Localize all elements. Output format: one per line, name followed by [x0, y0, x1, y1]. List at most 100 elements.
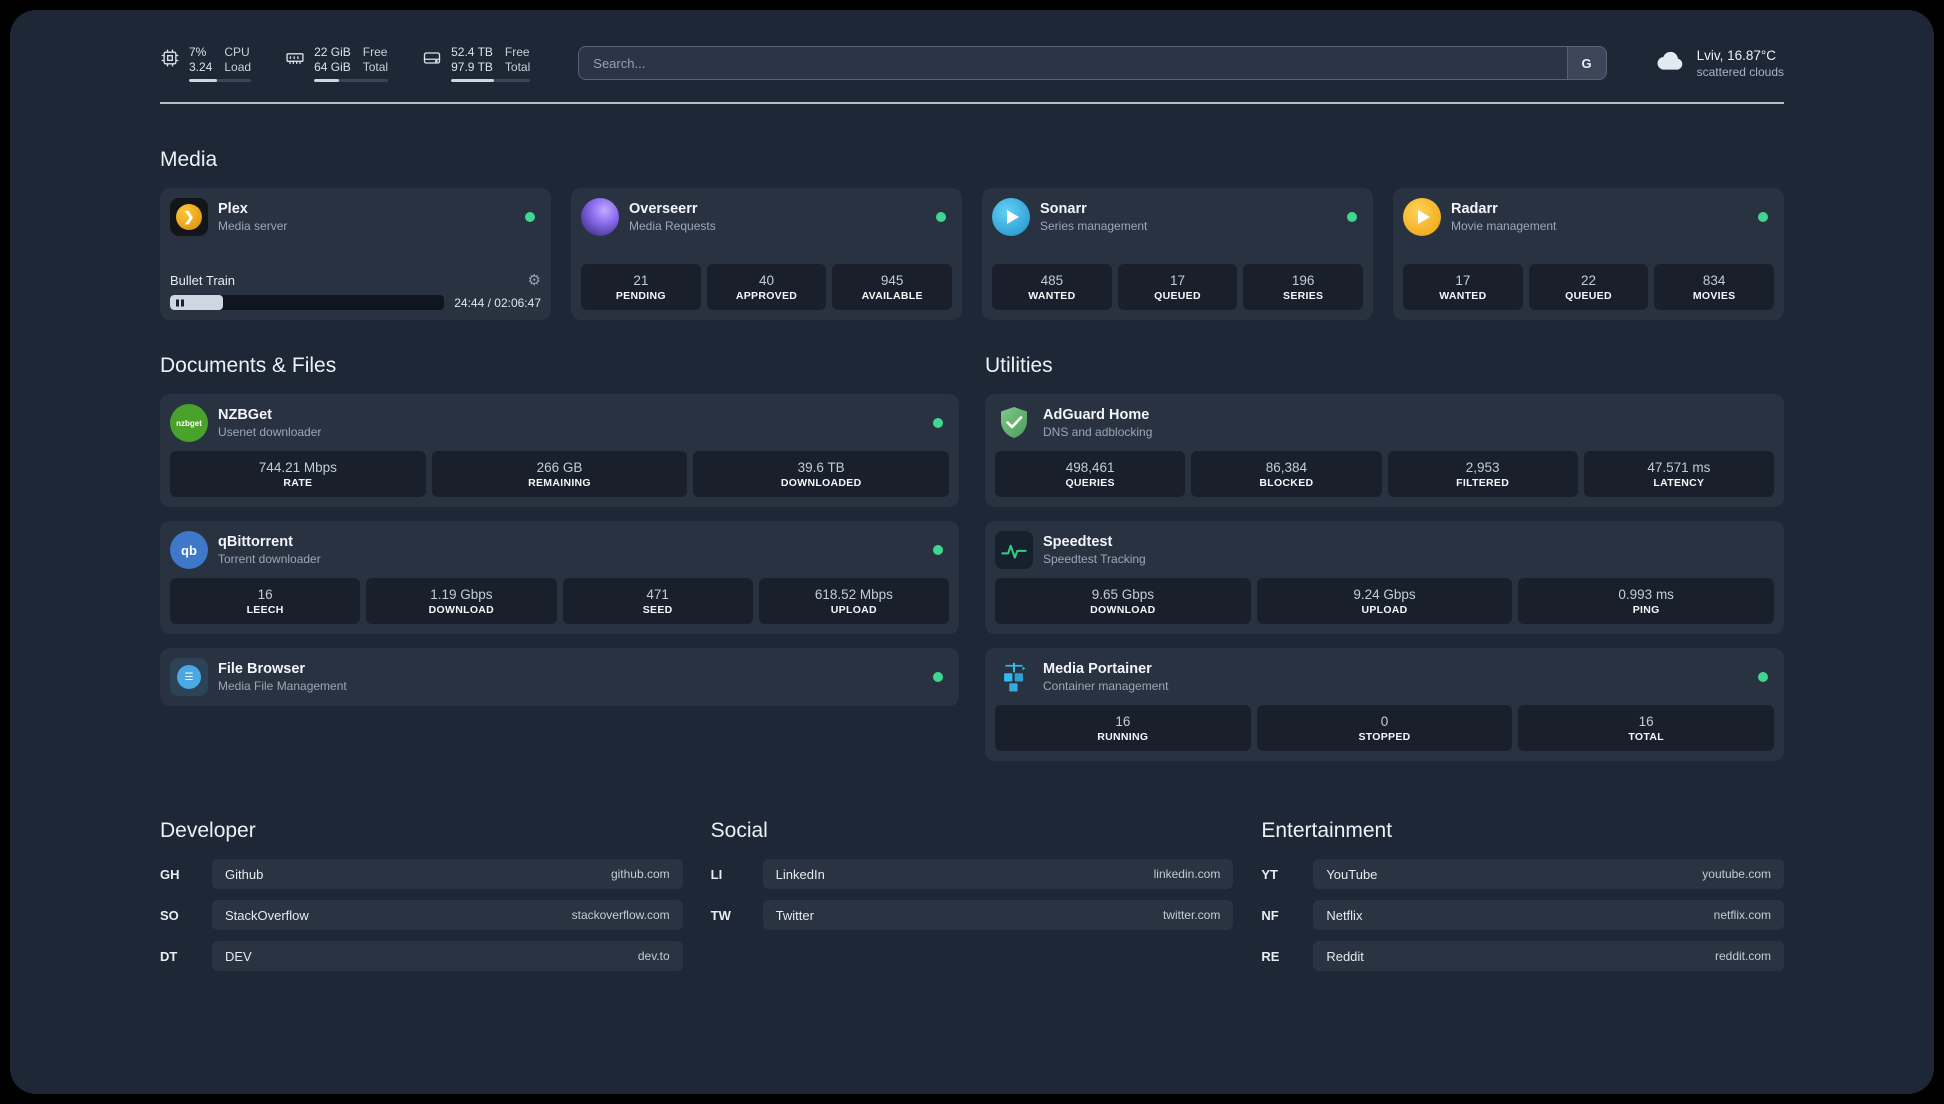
service-name: Media Portainer — [1043, 661, 1152, 677]
adguard-shield-icon — [995, 404, 1033, 442]
stat-tile: 39.6 TB DOWNLOADED — [693, 451, 950, 497]
bookmark-link-linkedin[interactable]: LinkedIn linkedin.com — [762, 859, 1234, 889]
search-provider-button[interactable]: G — [1566, 46, 1607, 80]
pause-icon[interactable] — [176, 299, 184, 306]
service-link-adguard[interactable]: AdGuard Home DNS and adblocking — [1043, 407, 1152, 439]
section-title-documents: Documents & Files — [160, 354, 337, 377]
radarr-icon — [1403, 198, 1441, 236]
stat-tile: 834 MOVIES — [1654, 264, 1775, 310]
bookmark-row: GH Github github.com — [160, 859, 683, 889]
disk-widget: 52.4 TB 97.9 TB Free Total — [422, 44, 531, 82]
playback-progress-bar[interactable] — [170, 295, 445, 310]
bookmark-group-title: Social — [710, 819, 768, 842]
status-dot — [933, 418, 943, 428]
bookmark-link-netflix[interactable]: Netflix netflix.com — [1313, 900, 1784, 930]
status-dot — [936, 212, 946, 222]
service-link-plex[interactable]: Plex Media server — [218, 201, 287, 233]
cpu-label2: Load — [224, 59, 252, 74]
bookmark-row: DT DEV dev.to — [160, 941, 683, 971]
bookmark-group-entertainment: Entertainment YT YouTube youtube.com NF … — [1261, 819, 1784, 982]
bookmark-link-stackoverflow[interactable]: StackOverflow stackoverflow.com — [212, 900, 683, 930]
service-card-adguard: AdGuard Home DNS and adblocking 498,461 … — [985, 394, 1784, 507]
stat-tile: 16 TOTAL — [1518, 705, 1775, 751]
service-link-sonarr[interactable]: Sonarr Series management — [1040, 201, 1147, 233]
service-card-sonarr: Sonarr Series management 485 WANTED 17 Q… — [982, 188, 1373, 320]
memory-icon — [285, 48, 305, 68]
bookmark-link-youtube[interactable]: YouTube youtube.com — [1313, 859, 1784, 889]
cpu-widget: 7% 3.24 CPU Load — [160, 44, 252, 82]
service-card-qbittorrent: qb qBittorrent Torrent downloader 16 LEE… — [160, 521, 959, 634]
service-card-portainer: Media Portainer Container management 16 … — [985, 648, 1784, 761]
service-card-speedtest: Speedtest Speedtest Tracking 9.65 Gbps D… — [985, 521, 1784, 634]
service-link-filebrowser[interactable]: File Browser Media File Management — [218, 661, 347, 693]
section-documents: Documents & Files nzbget NZBGet Usenet d… — [160, 354, 959, 761]
bookmark-link-twitter[interactable]: Twitter twitter.com — [762, 900, 1234, 930]
stat-tile: 17 WANTED — [1403, 264, 1523, 310]
filebrowser-icon — [170, 658, 208, 696]
bookmark-row: RE Reddit reddit.com — [1261, 941, 1784, 971]
stat-tile: 196 SERIES — [1243, 264, 1364, 310]
cpu-label: CPU — [224, 44, 250, 59]
portainer-icon — [995, 658, 1033, 696]
bookmark-link-github[interactable]: Github github.com — [212, 859, 683, 889]
cpu-loadavg: 3.24 — [189, 59, 213, 74]
service-card-overseerr: Overseerr Media Requests 21 PENDING 40 A… — [571, 188, 962, 320]
service-link-overseerr[interactable]: Overseerr Media Requests — [629, 201, 716, 233]
bookmark-link-reddit[interactable]: Reddit reddit.com — [1313, 941, 1784, 971]
status-dot — [1758, 672, 1768, 682]
stat-tile: 945 AVAILABLE — [832, 264, 953, 310]
service-link-radarr[interactable]: Radarr Movie management — [1451, 201, 1556, 233]
bookmark-link-dev[interactable]: DEV dev.to — [212, 941, 683, 971]
cpu-icon — [160, 48, 180, 68]
speedtest-icon — [995, 531, 1033, 569]
gear-icon[interactable] — [528, 273, 541, 288]
bookmark-row: LI LinkedIn linkedin.com — [711, 859, 1234, 889]
memory-widget: 22 GiB 64 GiB Free Total — [285, 44, 389, 82]
qbittorrent-icon: qb — [170, 531, 208, 569]
disk-bar — [451, 78, 531, 82]
search-input[interactable] — [578, 46, 1567, 80]
stat-tile: 86,384 BLOCKED — [1191, 451, 1382, 497]
stat-tile: 9.65 Gbps DOWNLOAD — [995, 578, 1251, 624]
stat-tile: 485 WANTED — [992, 264, 1112, 310]
stat-tile: 266 GB REMAINING — [431, 451, 688, 497]
bookmark-abbr: NF — [1261, 907, 1279, 923]
stat-tile: 0.993 ms PING — [1518, 578, 1775, 624]
stat-tile: 40 APPROVED — [706, 264, 827, 310]
service-desc: Series management — [1040, 219, 1148, 233]
stat-tile: 1.19 Gbps DOWNLOAD — [366, 578, 557, 624]
section-utilities: Utilities AdGuard Home DNS and adblockin… — [985, 354, 1784, 761]
stat-tile: 9.24 Gbps UPLOAD — [1256, 578, 1513, 624]
service-name: NZBGet — [218, 407, 272, 423]
cpu-percent: 7% — [189, 44, 207, 59]
bookmark-abbr: SO — [160, 907, 179, 923]
service-desc: Container management — [1043, 679, 1169, 693]
service-link-portainer[interactable]: Media Portainer Container management — [1043, 661, 1168, 693]
service-link-nzbget[interactable]: NZBGet Usenet downloader — [218, 407, 321, 439]
service-name: Speedtest — [1043, 534, 1113, 550]
bookmark-abbr: TW — [710, 907, 731, 923]
weather-widget: Lviv, 16.87°C scattered clouds — [1655, 45, 1784, 82]
service-desc: Torrent downloader — [218, 552, 321, 566]
stat-tile: 47.571 ms LATENCY — [1583, 451, 1774, 497]
status-dot — [1347, 212, 1357, 222]
bookmark-group-developer: Developer GH Github github.com SO StackO… — [160, 819, 683, 982]
bookmark-group-title: Entertainment — [1261, 819, 1393, 842]
disk-total: 97.9 TB — [451, 59, 493, 74]
divider — [160, 102, 1784, 104]
bookmark-abbr: GH — [160, 866, 180, 882]
service-link-speedtest[interactable]: Speedtest Speedtest Tracking — [1043, 534, 1146, 566]
service-name: Sonarr — [1040, 201, 1087, 217]
disk-icon — [422, 48, 442, 68]
disk-label-free: Free — [504, 44, 530, 59]
status-dot — [525, 212, 535, 222]
status-dot — [1758, 212, 1768, 222]
memory-free: 22 GiB — [314, 44, 351, 59]
service-link-qbittorrent[interactable]: qBittorrent Torrent downloader — [218, 534, 321, 566]
plex-now-playing: Bullet Train 24:44 / 02:06:47 — [170, 273, 541, 310]
memory-bar — [314, 78, 389, 82]
service-name: Overseerr — [629, 201, 698, 217]
bookmark-abbr: RE — [1261, 948, 1280, 964]
stat-tile: 21 PENDING — [581, 264, 701, 310]
bookmark-row: TW Twitter twitter.com — [711, 900, 1234, 930]
